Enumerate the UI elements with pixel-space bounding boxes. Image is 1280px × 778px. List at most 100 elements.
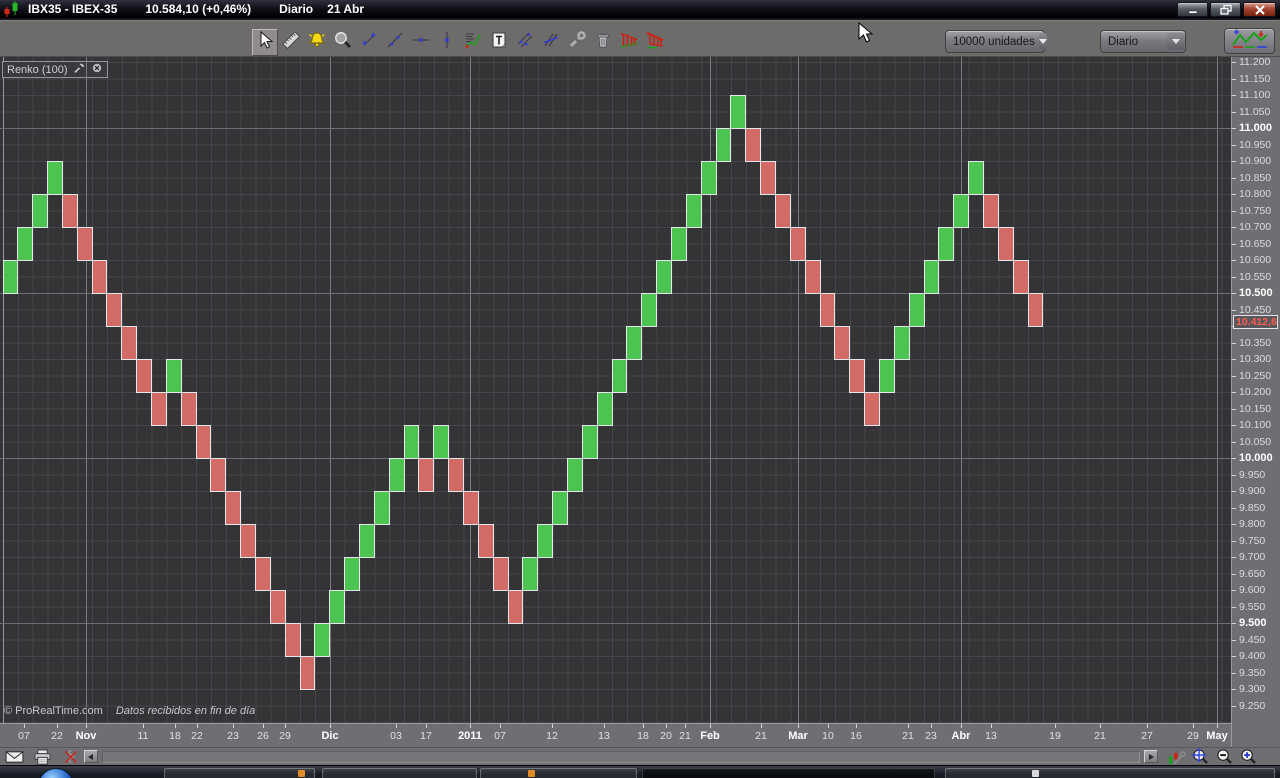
renko-brick-down: [210, 458, 227, 492]
tool-delete-drawings-button[interactable]: [590, 29, 616, 56]
time-tick-label: Dic: [321, 730, 339, 742]
restore-button[interactable]: [1210, 2, 1241, 17]
taskbar-button[interactable]: [945, 768, 1275, 778]
taskbar-app-icon: [298, 770, 305, 777]
price-tick: [1232, 524, 1236, 525]
drawing-tools-icon: [567, 30, 587, 55]
horizontal-scrollbar[interactable]: [102, 751, 1140, 763]
renko-brick-up: [47, 161, 63, 195]
renko-brick-up: [953, 194, 970, 228]
timeframe-dropdown[interactable]: Diario: [1100, 30, 1186, 53]
indicator-close-icon[interactable]: [91, 62, 103, 77]
time-tick-label: May: [1206, 730, 1228, 742]
tool-pointer-button[interactable]: [252, 29, 278, 56]
tool-text-note-button[interactable]: [486, 29, 512, 56]
indicator-settings-wrench-icon[interactable]: [73, 62, 86, 78]
renko-brick-up: [359, 524, 375, 558]
price-tick: [1232, 310, 1236, 311]
time-tick: [1147, 724, 1148, 728]
renko-brick-up: [715, 128, 732, 162]
renko-brick-up: [968, 161, 985, 195]
time-tick: [1100, 724, 1101, 728]
price-major-gridline: [0, 128, 1231, 129]
price-tick-label: 10.700: [1239, 221, 1272, 233]
price-tick: [1232, 161, 1236, 162]
indicator-box: Renko (100): [2, 61, 108, 78]
scroll-left-button[interactable]: [84, 750, 98, 763]
copyright-text: © ProRealTime.com: [4, 705, 103, 717]
taskbar-button[interactable]: [164, 768, 315, 778]
tool-zoom-button[interactable]: [330, 29, 356, 56]
app-logo-candlestick-icon: [2, 1, 22, 17]
tool-drawing-tools-button[interactable]: [564, 29, 590, 56]
chart-type-button[interactable]: [1224, 28, 1275, 54]
price-tick: [1232, 689, 1236, 690]
tool-pattern-triangle-button[interactable]: [616, 29, 642, 56]
price-tick-label: 10.500: [1239, 287, 1273, 299]
renko-brick-down: [448, 458, 465, 492]
price-axis[interactable]: 11.200 11.150 11.100 11.050 11.000 10.950 10.9…: [1231, 56, 1280, 747]
renko-brick-up: [344, 557, 361, 591]
renko-brick-down: [284, 623, 301, 657]
tool-ruler-button[interactable]: [278, 29, 304, 56]
price-tick: [1232, 458, 1236, 459]
period-tool-icon[interactable]: [1166, 748, 1186, 765]
tool-vertical-line-button[interactable]: [434, 29, 460, 56]
renko-brick-down: [789, 227, 806, 261]
zoom-out-icon[interactable]: [1214, 748, 1234, 765]
renko-brick-down: [492, 557, 509, 591]
renko-brick-up: [314, 623, 331, 657]
price-tick: [1232, 211, 1236, 212]
price-tick-label: 11.100: [1239, 89, 1271, 101]
tool-horizontal-line-button[interactable]: [408, 29, 434, 56]
price-tick: [1232, 112, 1236, 113]
price-tick: [1232, 244, 1236, 245]
title-bar: IBX35 - IBEX-35 10.584,10 (+0,46%) Diari…: [0, 0, 1280, 18]
scroll-right-button[interactable]: [1144, 750, 1158, 763]
renko-chart-plot[interactable]: Renko (100) © ProRealTime.com Datos reci…: [0, 57, 1231, 723]
price-tick: [1232, 706, 1236, 707]
price-tick: [1232, 673, 1236, 674]
quantity-dropdown[interactable]: 10000 unidades: [945, 30, 1047, 53]
time-tick-label: 19: [1049, 730, 1061, 742]
mail-icon[interactable]: [4, 748, 24, 765]
start-orb[interactable]: [38, 768, 74, 778]
price-tick: [1232, 442, 1236, 443]
renko-brick-up: [537, 524, 554, 558]
price-tick: [1232, 640, 1236, 641]
price-tick: [1232, 425, 1236, 426]
renko-brick-down: [76, 227, 93, 261]
time-tick-label: 22: [191, 730, 203, 742]
price-tick: [1232, 376, 1236, 377]
pointer-icon: [255, 30, 275, 55]
tool-parallel-lines-button[interactable]: [538, 29, 564, 56]
time-tick: [961, 724, 962, 728]
tool-trend-line-button[interactable]: [382, 29, 408, 56]
taskbar-button[interactable]: [322, 768, 477, 778]
time-tick: [86, 724, 87, 728]
timeframe-text: Diario: [279, 2, 314, 16]
tool-alerts-button[interactable]: [304, 29, 330, 56]
taskbar-button[interactable]: [642, 768, 935, 778]
close-button[interactable]: [1243, 2, 1276, 17]
disconnected-icon: [60, 748, 80, 765]
window-controls: [1177, 2, 1276, 17]
time-axis[interactable]: 07 22 Nov 11 18 22 23 26 29 Dic 03 17 2011 07 12 13 18 20…: [0, 723, 1231, 747]
renko-brick-down: [61, 194, 78, 228]
time-tick-label: 16: [850, 730, 862, 742]
zoom-fit-icon[interactable]: [1190, 748, 1210, 765]
renko-brick-down: [91, 260, 108, 294]
price-tick: [1232, 409, 1236, 410]
tool-trend-segment-button[interactable]: [356, 29, 382, 56]
tool-channel-button[interactable]: [512, 29, 538, 56]
price-tick-label: 9.350: [1239, 667, 1266, 679]
zoom-in-icon[interactable]: [1238, 748, 1258, 765]
drawing-toolbar: 10000 unidades Diario: [0, 18, 1280, 57]
taskbar-button[interactable]: [480, 768, 637, 778]
tool-indicator-list-button[interactable]: [460, 29, 486, 56]
price-tick-label: 9.850: [1239, 502, 1266, 514]
print-icon[interactable]: [32, 748, 52, 765]
current-price-badge: 10.412,6: [1233, 315, 1278, 329]
tool-pattern-wedge-button[interactable]: [642, 29, 668, 56]
minimize-button[interactable]: [1177, 2, 1208, 17]
